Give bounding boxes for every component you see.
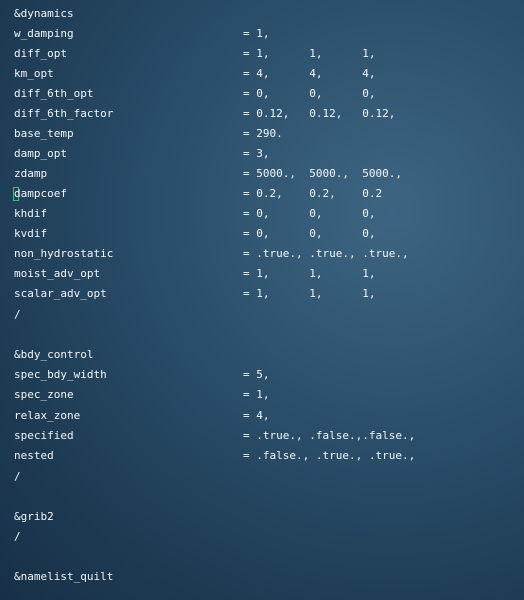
- editor-line: relax_zone = 4,: [14, 406, 514, 426]
- namelist-key: diff_opt: [14, 47, 67, 60]
- namelist-value: = 4,: [243, 409, 270, 422]
- namelist-value: = .false., .true., .true.,: [243, 449, 416, 462]
- namelist-key: scalar_adv_opt: [14, 287, 107, 300]
- namelist-value: = 290.: [243, 127, 283, 140]
- namelist-value: = 5,: [243, 368, 270, 381]
- namelist-value: = 1, 1, 1,: [243, 47, 376, 60]
- editor-line: km_opt = 4, 4, 4,: [14, 64, 514, 84]
- editor-line: base_temp = 290.: [14, 124, 514, 144]
- namelist-key: khdif: [14, 207, 48, 220]
- namelist-text-editor[interactable]: &dynamics w_damping = 1, diff_opt = 1, 1, …: [0, 0, 524, 600]
- editor-line: damp_opt = 3,: [14, 144, 514, 164]
- editor-line: &dynamics: [14, 4, 514, 24]
- editor-line: nested = .false., .true., .true.,: [14, 446, 514, 466]
- namelist-key: &grib2: [14, 510, 54, 523]
- namelist-value: = 0, 0, 0,: [243, 207, 376, 220]
- editor-line: /: [14, 305, 514, 325]
- editor-line: zdamp = 5000., 5000., 5000.,: [14, 164, 514, 184]
- editor-line: w_damping = 1,: [14, 24, 514, 44]
- namelist-key: base_temp: [14, 127, 74, 140]
- namelist-value: = 1, 1, 1,: [243, 287, 376, 300]
- namelist-value: = 0, 0, 0,: [243, 87, 376, 100]
- namelist-value: = 0.12, 0.12, 0.12,: [243, 107, 396, 120]
- namelist-terminator: /: [14, 470, 21, 483]
- namelist-value: = 5000., 5000., 5000.,: [243, 167, 402, 180]
- namelist-key: km_opt: [14, 67, 54, 80]
- namelist-key: &dynamics: [14, 7, 74, 20]
- namelist-key: relax_zone: [14, 409, 81, 422]
- namelist-key: &namelist_quilt: [14, 570, 114, 583]
- namelist-key: dampcoef: [14, 187, 67, 200]
- editor-line: spec_bdy_width = 5,: [14, 365, 514, 385]
- editor-line: kvdif = 0, 0, 0,: [14, 224, 514, 244]
- namelist-key: zdamp: [14, 167, 48, 180]
- editor-line: diff_6th_opt = 0, 0, 0,: [14, 84, 514, 104]
- editor-line: dampcoef = 0.2, 0.2, 0.2: [13, 184, 514, 204]
- namelist-key: spec_bdy_width: [14, 368, 107, 381]
- namelist-value: = .true., .true., .true.,: [243, 247, 409, 260]
- namelist-value: = 1, 1, 1,: [243, 267, 376, 280]
- editor-line: diff_opt = 1, 1, 1,: [14, 44, 514, 64]
- namelist-key: w_damping: [14, 27, 74, 40]
- namelist-key: specified: [14, 429, 74, 442]
- namelist-key: &bdy_control: [14, 348, 94, 361]
- namelist-value: = 4, 4, 4,: [243, 67, 376, 80]
- editor-line: moist_adv_opt = 1, 1, 1,: [14, 264, 514, 284]
- editor-line: /: [14, 467, 514, 487]
- namelist-key: moist_adv_opt: [14, 267, 101, 280]
- namelist-value: = 0.2, 0.2, 0.2: [243, 187, 383, 200]
- namelist-key: non_hydrostatic: [14, 247, 114, 260]
- editor-line: non_hydrostatic = .true., .true., .true.,: [14, 244, 514, 264]
- namelist-key: spec_zone: [14, 388, 74, 401]
- namelist-value: = 1,: [243, 388, 270, 401]
- namelist-value: = 3,: [243, 147, 270, 160]
- editor-line: &namelist_quilt: [14, 567, 514, 587]
- namelist-terminator: /: [14, 308, 21, 321]
- namelist-value: = 0, 0, 0,: [243, 227, 376, 240]
- editor-line: /: [14, 527, 514, 547]
- editor-line: specified = .true., .false.,.false.,: [14, 426, 514, 446]
- editor-line: &grib2: [14, 507, 514, 527]
- namelist-value: = 1,: [243, 27, 270, 40]
- namelist-value: = .true., .false.,.false.,: [243, 429, 416, 442]
- namelist-key: diff_6th_factor: [14, 107, 114, 120]
- namelist-terminator: /: [14, 530, 21, 543]
- editor-line: scalar_adv_opt = 1, 1, 1,: [14, 284, 514, 304]
- editor-line: spec_zone = 1,: [14, 385, 514, 405]
- namelist-key: damp_opt: [14, 147, 67, 160]
- editor-line: diff_6th_factor = 0.12, 0.12, 0.12,: [14, 104, 514, 124]
- editor-line: khdif = 0, 0, 0,: [14, 204, 514, 224]
- namelist-key: kvdif: [14, 227, 48, 240]
- namelist-key: diff_6th_opt: [14, 87, 94, 100]
- namelist-key: nested: [14, 449, 54, 462]
- editor-line: &bdy_control: [14, 345, 514, 365]
